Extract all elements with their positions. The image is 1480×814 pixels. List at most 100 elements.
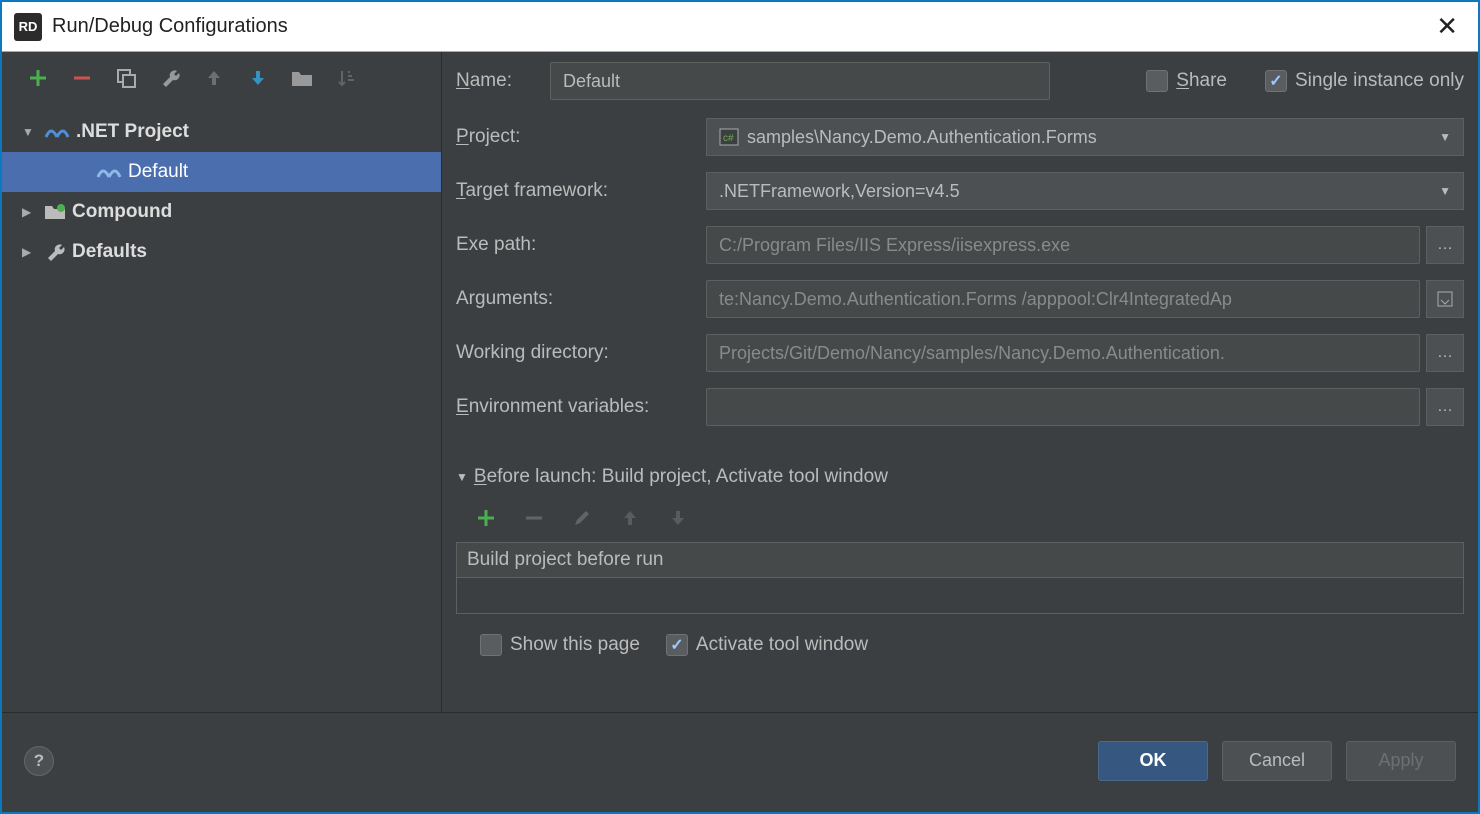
move-down-button[interactable] <box>244 64 272 92</box>
workdir-row: Working directory: … <box>456 334 1464 372</box>
show-page-group[interactable]: Show this page <box>480 634 640 656</box>
workdir-browse-button[interactable]: … <box>1426 334 1464 372</box>
tree-node-defaults[interactable]: ▶ Defaults <box>2 232 441 272</box>
edit-defaults-button[interactable] <box>156 64 184 92</box>
minus-icon <box>524 508 544 528</box>
window-title: Run/Debug Configurations <box>52 15 1428 38</box>
target-value: .NETFramework,Version=v4.5 <box>719 181 960 202</box>
new-folder-button[interactable] <box>288 64 316 92</box>
activate-group[interactable]: Activate tool window <box>666 634 868 656</box>
copy-config-button[interactable] <box>112 64 140 92</box>
target-label: Target framework: <box>456 180 706 202</box>
remove-config-button[interactable] <box>68 64 96 92</box>
chevron-down-icon: ▼ <box>1439 184 1451 198</box>
workdir-input[interactable] <box>706 334 1420 372</box>
copy-icon <box>115 67 137 89</box>
triangle-down-icon: ▼ <box>456 470 468 484</box>
task-up-button[interactable] <box>616 504 644 532</box>
dialog-footer: ? OK Cancel Apply <box>2 712 1478 808</box>
add-task-button[interactable] <box>472 504 500 532</box>
single-instance-checkbox[interactable] <box>1265 70 1287 92</box>
expand-arrow-icon: ▶ <box>22 245 38 259</box>
arrow-up-icon <box>621 509 639 527</box>
share-label: Share <box>1176 70 1227 92</box>
arguments-expand-button[interactable] <box>1426 280 1464 318</box>
tree-label: .NET Project <box>76 121 189 143</box>
target-select[interactable]: .NETFramework,Version=v4.5 ▼ <box>706 172 1464 210</box>
tree-node-compound[interactable]: ▶ Compound <box>2 192 441 232</box>
show-page-label: Show this page <box>510 634 640 656</box>
arrow-down-icon <box>669 509 687 527</box>
help-button[interactable]: ? <box>24 746 54 776</box>
cancel-button[interactable]: Cancel <box>1222 741 1332 781</box>
before-launch-list[interactable]: Build project before run <box>456 542 1464 614</box>
before-launch-header[interactable]: ▼ Before launch: Build project, Activate… <box>456 466 1464 488</box>
expand-icon <box>1436 290 1454 308</box>
tree-node-default[interactable]: Default <box>2 152 441 192</box>
close-button[interactable]: ✕ <box>1428 11 1466 42</box>
chevron-down-icon: ▼ <box>1439 130 1451 144</box>
wrench-icon <box>44 241 66 263</box>
env-label: Environment variables: <box>456 396 706 418</box>
right-panel: Name: Share Single instance only Project… <box>442 52 1478 712</box>
exe-browse-button[interactable]: … <box>1426 226 1464 264</box>
activate-checkbox[interactable] <box>666 634 688 656</box>
sort-icon <box>336 68 356 88</box>
project-value: samples\Nancy.Demo.Authentication.Forms <box>747 127 1097 148</box>
task-down-button[interactable] <box>664 504 692 532</box>
folder-icon <box>291 68 313 88</box>
arrow-up-icon <box>204 68 224 88</box>
move-up-button[interactable] <box>200 64 228 92</box>
arguments-input[interactable] <box>706 280 1420 318</box>
apply-button[interactable]: Apply <box>1346 741 1456 781</box>
project-row: Project: c# samples\Nancy.Demo.Authentic… <box>456 118 1464 156</box>
minus-icon <box>71 67 93 89</box>
left-panel: ▼ .NET Project Default ▶ Compound ▶ Defa… <box>2 52 442 712</box>
tree-label: Defaults <box>72 241 147 263</box>
workdir-label: Working directory: <box>456 342 706 364</box>
name-input[interactable] <box>550 62 1050 100</box>
title-bar: RD Run/Debug Configurations ✕ <box>2 2 1478 52</box>
activate-label: Activate tool window <box>696 634 868 656</box>
tree-node-dotnet-project[interactable]: ▼ .NET Project <box>2 112 441 152</box>
app-icon: RD <box>14 13 42 41</box>
config-tree[interactable]: ▼ .NET Project Default ▶ Compound ▶ Defa… <box>2 108 441 712</box>
pencil-icon <box>572 508 592 528</box>
env-input[interactable] <box>706 388 1420 426</box>
tree-label: Default <box>128 161 188 183</box>
exe-row: Exe path: … <box>456 226 1464 264</box>
edit-task-button[interactable] <box>568 504 596 532</box>
show-page-checkbox[interactable] <box>480 634 502 656</box>
list-item[interactable]: Build project before run <box>457 543 1463 578</box>
wrench-icon <box>159 67 181 89</box>
ok-button[interactable]: OK <box>1098 741 1208 781</box>
arrow-down-icon <box>248 68 268 88</box>
dotnet-icon <box>44 123 70 141</box>
share-checkbox-group[interactable]: Share <box>1146 70 1227 92</box>
config-toolbar <box>2 52 441 108</box>
expand-arrow-icon: ▶ <box>22 205 38 219</box>
name-label: Name: <box>456 70 536 92</box>
env-browse-button[interactable]: … <box>1426 388 1464 426</box>
tree-label: Compound <box>72 201 172 223</box>
dotnet-icon <box>96 163 122 181</box>
project-label: Project: <box>456 126 706 148</box>
exe-input[interactable] <box>706 226 1420 264</box>
before-launch-options: Show this page Activate tool window <box>456 614 1464 656</box>
env-row: Environment variables: … <box>456 388 1464 426</box>
sort-button[interactable] <box>332 64 360 92</box>
arguments-label: Arguments: <box>456 288 706 310</box>
before-launch-toolbar <box>456 500 1464 542</box>
exe-label: Exe path: <box>456 234 706 256</box>
single-instance-label: Single instance only <box>1295 70 1464 92</box>
plus-icon <box>476 508 496 528</box>
single-instance-checkbox-group[interactable]: Single instance only <box>1265 70 1464 92</box>
add-config-button[interactable] <box>24 64 52 92</box>
remove-task-button[interactable] <box>520 504 548 532</box>
csharp-file-icon: c# <box>719 128 739 146</box>
expand-arrow-icon: ▼ <box>22 125 38 139</box>
folder-icon <box>44 203 66 221</box>
project-select[interactable]: c# samples\Nancy.Demo.Authentication.For… <box>706 118 1464 156</box>
arguments-row: Arguments: <box>456 280 1464 318</box>
share-checkbox[interactable] <box>1146 70 1168 92</box>
